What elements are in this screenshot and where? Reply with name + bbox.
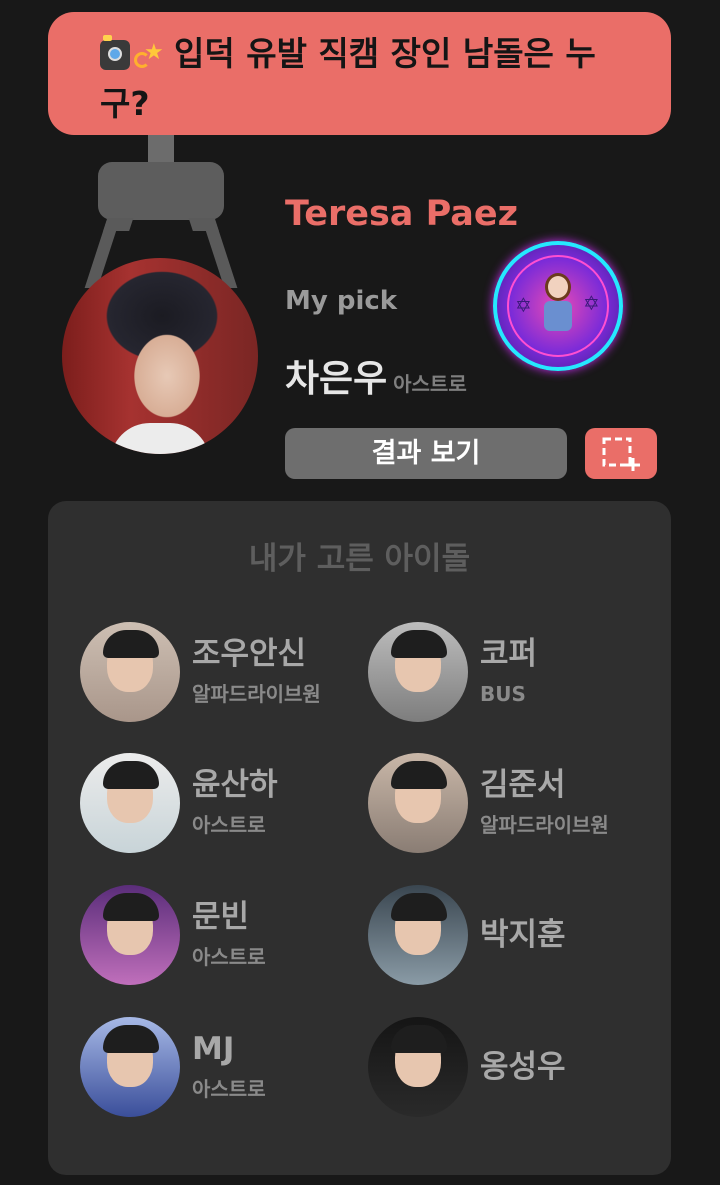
my-pick-name: 차은우 아스트로: [285, 356, 467, 407]
idol-item[interactable]: 코퍼 BUS: [368, 622, 658, 722]
selected-idols-panel: 내가 고른 아이돌 조우안신 알파드라이브원 코퍼 BUS 윤산하 아스트로 김…: [48, 501, 671, 1175]
my-pick-agency: 아스트로: [393, 372, 467, 396]
idol-agency: 알파드라이브원: [192, 682, 321, 706]
panel-title: 내가 고른 아이돌: [248, 541, 471, 577]
dizzy-icon: [134, 38, 164, 72]
my-pick-photo: [62, 258, 258, 454]
idol-photo: [80, 885, 180, 985]
idol-name: 윤산하: [192, 767, 278, 803]
my-pick-label: My pick: [285, 286, 398, 316]
idol-photo: [80, 622, 180, 722]
my-pick-idol-name: 차은우: [285, 357, 388, 400]
view-result-button[interactable]: 결과 보기: [285, 428, 567, 479]
idol-item[interactable]: MJ 아스트로: [80, 1017, 370, 1117]
screenshot-capture-icon: [602, 437, 640, 471]
badge-character: [542, 273, 574, 333]
idol-item[interactable]: 박지훈: [368, 885, 658, 985]
idol-photo: [368, 622, 468, 722]
idol-agency: 알파드라이브원: [480, 813, 609, 837]
capture-button[interactable]: [585, 428, 657, 479]
idol-photo: [368, 885, 468, 985]
camera-flash-icon: [100, 35, 130, 70]
idol-name: 김준서: [480, 767, 566, 803]
idol-name: 옹성우: [480, 1049, 566, 1085]
idol-item[interactable]: 문빈 아스트로: [80, 885, 370, 985]
idol-photo: [80, 753, 180, 853]
idol-item[interactable]: 김준서 알파드라이브원: [368, 753, 658, 853]
banner-emojis: [100, 32, 164, 80]
idol-photo: [80, 1017, 180, 1117]
idol-agency: 아스트로: [192, 945, 266, 969]
idol-photo: [368, 1017, 468, 1117]
profile-badge: ✡ ✡: [493, 241, 623, 371]
username: Teresa Paez: [285, 194, 519, 234]
idol-item[interactable]: 옹성우: [368, 1017, 658, 1117]
badge-star-icon: ✡: [583, 291, 600, 315]
badge-star-icon: ✡: [515, 293, 532, 317]
idol-agency: 아스트로: [192, 1077, 266, 1101]
quiz-title: 입덕 유발 직캠 장인 남돌은 누구?: [100, 34, 596, 123]
quiz-title-banner: 입덕 유발 직캠 장인 남돌은 누구?: [48, 12, 671, 135]
idol-agency: 아스트로: [192, 813, 266, 837]
idol-photo: [368, 753, 468, 853]
idol-name: MJ: [192, 1031, 235, 1067]
claw-head: [98, 162, 224, 220]
idol-name: 문빈: [192, 899, 250, 935]
idol-name: 조우안신: [192, 636, 307, 672]
idol-item[interactable]: 조우안신 알파드라이브원: [80, 622, 370, 722]
idol-item[interactable]: 윤산하 아스트로: [80, 753, 370, 853]
idol-name: 코퍼: [480, 636, 538, 672]
idol-name: 박지훈: [480, 917, 566, 953]
idol-agency: BUS: [480, 682, 526, 706]
